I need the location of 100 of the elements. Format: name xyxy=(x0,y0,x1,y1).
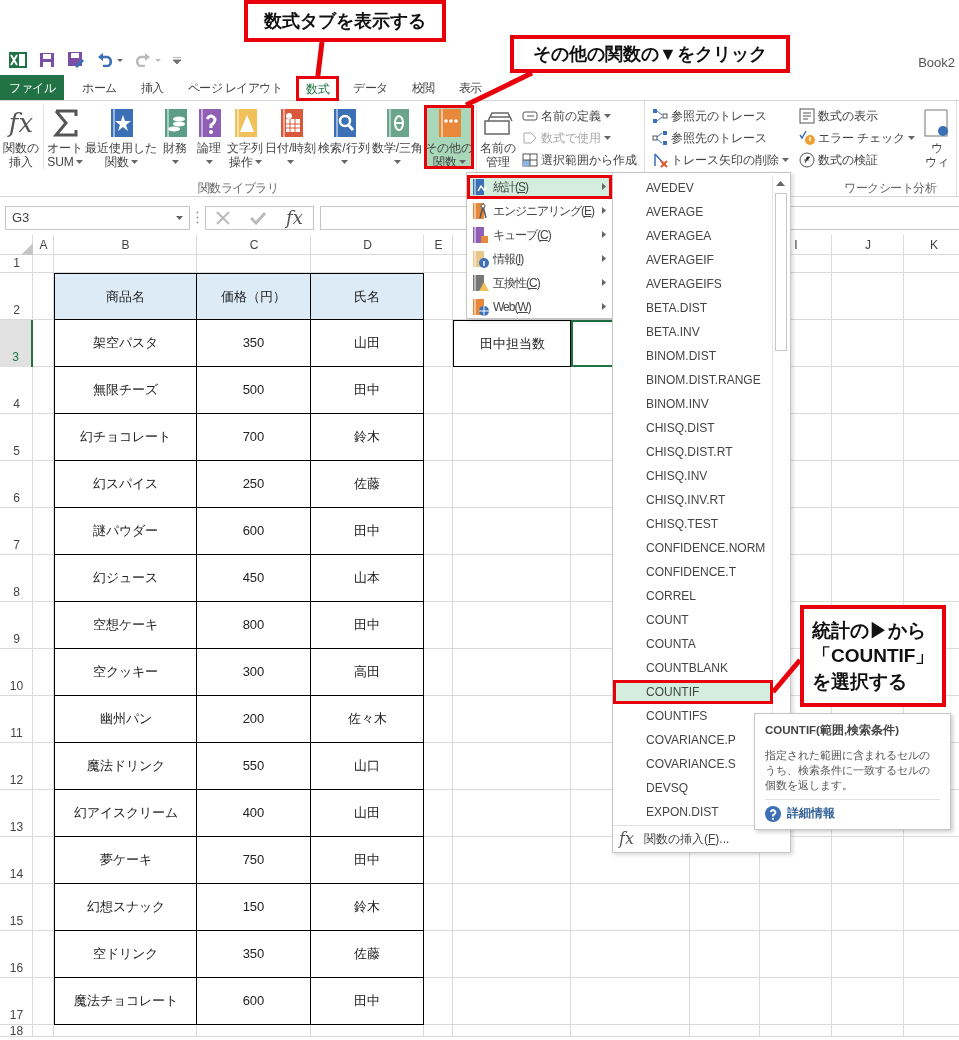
warning-book-icon xyxy=(471,274,489,292)
menu-item[interactable]: COUNT xyxy=(613,608,773,632)
row-number[interactable]: 13 xyxy=(0,790,33,837)
ribbon-button[interactable]: オート SUM xyxy=(46,105,84,169)
ribbon-button[interactable]: 論理 xyxy=(192,105,226,169)
ribbon-button[interactable]: エラー チェック xyxy=(798,127,917,149)
check-icon xyxy=(250,211,267,226)
menu-item[interactable]: CHISQ.INV xyxy=(613,464,773,488)
table-cell: 幻想スナック xyxy=(54,884,197,931)
ribbon-button[interactable]: ウ ウィ xyxy=(920,105,955,169)
ribbon-button[interactable]: 参照元のトレース xyxy=(651,105,791,127)
row-number[interactable]: 9 xyxy=(0,602,33,649)
column-letter[interactable]: E xyxy=(424,235,453,255)
ribbon-button[interactable]: 数学/三角 xyxy=(370,105,425,169)
ribbon-button[interactable]: 名前の 管理 xyxy=(479,105,518,169)
menu-item[interactable]: AVERAGEIF xyxy=(613,248,773,272)
column-letter[interactable]: D xyxy=(311,235,424,255)
menu-item[interactable]: CHISQ.DIST.RT xyxy=(613,440,773,464)
menu-item[interactable]: CORREL xyxy=(613,584,773,608)
table-cell: 400 xyxy=(197,790,311,837)
column-letter[interactable]: J xyxy=(832,235,904,255)
ribbon-button[interactable]: 検索/行列 xyxy=(317,105,371,169)
menu-item[interactable]: BETA.INV xyxy=(613,320,773,344)
ribbon-button[interactable]: トレース矢印の削除 xyxy=(651,149,791,171)
submenu-arrow-icon xyxy=(602,303,606,310)
ribbon-button[interactable]: fx 関数の 挿入 xyxy=(2,105,44,169)
menu-item[interactable]: AVEDEV xyxy=(613,176,773,200)
submenu-arrow-icon xyxy=(602,183,606,190)
menu-item[interactable]: AVERAGE xyxy=(613,200,773,224)
row-number[interactable]: 12 xyxy=(0,743,33,790)
spreadsheet-logo-icon xyxy=(9,51,27,69)
menu-item[interactable]: BINOM.DIST xyxy=(613,344,773,368)
menu-item[interactable]: 互換性(C) xyxy=(467,271,612,295)
ribbon-button[interactable]: 最近使用した 関数 xyxy=(84,105,158,169)
menu-item[interactable]: AVERAGEIFS xyxy=(613,272,773,296)
row-number[interactable]: 17 xyxy=(0,978,33,1025)
table-cell: 250 xyxy=(197,461,311,508)
menu-item[interactable]: 情報(I) xyxy=(467,247,612,271)
menu-item[interactable]: CHISQ.INV.RT xyxy=(613,488,773,512)
help-link[interactable]: 詳細情報 xyxy=(787,805,835,823)
globe-book-icon xyxy=(471,298,489,316)
menu-item[interactable]: エンジニアリング(E) xyxy=(467,199,612,223)
caret-icon xyxy=(176,215,183,220)
row-number[interactable]: 18 xyxy=(0,1025,33,1037)
menu-item[interactable]: BINOM.INV xyxy=(613,392,773,416)
insert-function-button[interactable]: fx xyxy=(286,207,303,228)
scroll-thumb[interactable] xyxy=(775,193,787,351)
menu-item[interactable]: COUNTA xyxy=(613,632,773,656)
ribbon-button[interactable]: 数式の検証 xyxy=(798,149,917,171)
table-cell: 150 xyxy=(197,884,311,931)
row-number[interactable]: 8 xyxy=(0,555,33,602)
row-number[interactable]: 11 xyxy=(0,696,33,743)
table-cell: 500 xyxy=(197,367,311,414)
row-number[interactable]: 14 xyxy=(0,837,33,884)
table-cell: 鈴木 xyxy=(311,884,424,931)
column-letter[interactable]: B xyxy=(54,235,197,255)
row-number[interactable]: 16 xyxy=(0,931,33,978)
row-number[interactable]: 2 xyxy=(0,273,33,320)
ribbon-button[interactable]: 日付/時刻 xyxy=(264,105,318,169)
menu-item[interactable]: CHISQ.DIST xyxy=(613,416,773,440)
table-cell: 謎パウダー xyxy=(54,508,197,555)
menu-item[interactable]: AVERAGEA xyxy=(613,224,773,248)
ribbon-button[interactable]: 文字列 操作 xyxy=(226,105,264,169)
menu-item[interactable]: CHISQ.TEST xyxy=(613,512,773,536)
trace-arrows-icon xyxy=(652,130,669,146)
ribbon-button[interactable]: 選択範囲から作成 xyxy=(521,149,639,171)
menu-item[interactable]: COUNTBLANK xyxy=(613,656,773,680)
table-cell: 幻ジュース xyxy=(54,555,197,602)
table-cell: 600 xyxy=(197,508,311,555)
table-cell: 空ドリンク xyxy=(54,931,197,978)
cube-book-icon xyxy=(471,226,489,244)
chart-book-icon xyxy=(471,178,489,196)
row-number[interactable]: 5 xyxy=(0,414,33,461)
menu-item[interactable]: BETA.DIST xyxy=(613,296,773,320)
menu-item[interactable]: CONFIDENCE.NORM xyxy=(613,536,773,560)
row-number[interactable]: 7 xyxy=(0,508,33,555)
table-cell: 700 xyxy=(197,414,311,461)
menu-item[interactable]: BINOM.DIST.RANGE xyxy=(613,368,773,392)
table-cell: 田中 xyxy=(311,978,424,1025)
column-letter[interactable]: K xyxy=(904,235,959,255)
ribbon-button[interactable]: 参照先のトレース xyxy=(651,127,791,149)
column-letter[interactable]: A xyxy=(33,235,54,255)
row-number[interactable]: 1 xyxy=(0,255,33,273)
table-cell: 空想ケーキ xyxy=(54,602,197,649)
ribbon-button[interactable]: 財務 xyxy=(158,105,192,169)
ribbon-button[interactable]: 数式の表示 xyxy=(798,105,917,127)
row-number[interactable]: 6 xyxy=(0,461,33,508)
row-number[interactable]: 15 xyxy=(0,884,33,931)
menu-item[interactable]: キューブ(C) xyxy=(467,223,612,247)
file-tab[interactable]: ファイル xyxy=(0,75,64,100)
ribbon-button[interactable]: 名前の定義 xyxy=(521,105,639,127)
name-box[interactable]: G3 xyxy=(5,205,190,230)
row-number[interactable]: 10 xyxy=(0,649,33,696)
row-number[interactable]: 4 xyxy=(0,367,33,414)
row-number[interactable]: 3 xyxy=(0,320,33,367)
menu-item[interactable]: Web(W) xyxy=(467,295,612,319)
menu-item[interactable]: CONFIDENCE.T xyxy=(613,560,773,584)
column-letter[interactable]: C xyxy=(197,235,311,255)
highlight-frame xyxy=(296,76,340,101)
table-cell: 800 xyxy=(197,602,311,649)
